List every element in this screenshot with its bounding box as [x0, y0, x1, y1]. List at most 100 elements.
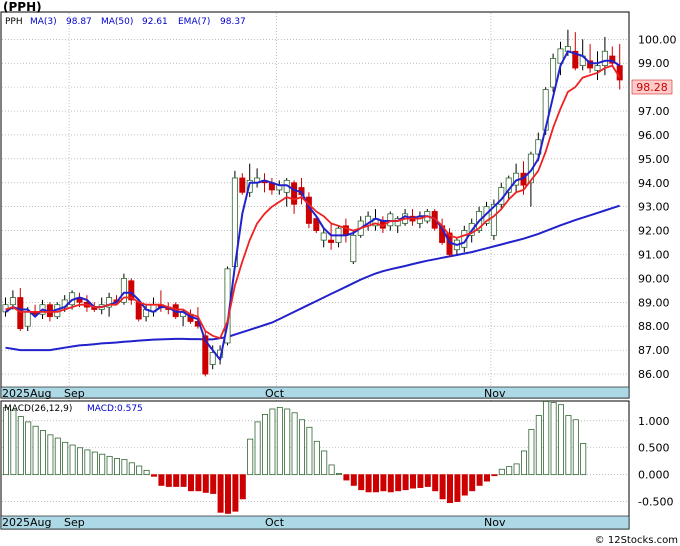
macd-bar — [54, 437, 61, 476]
macd-bar — [461, 474, 468, 496]
macd-bar — [572, 419, 579, 476]
candle-body — [350, 234, 357, 263]
macd-bar — [25, 421, 32, 476]
price-tick-label: 92.00 — [638, 225, 670, 238]
macd-bar — [491, 474, 498, 477]
price-panel — [0, 11, 630, 399]
stock-chart: 100.0099.0098.0097.0096.0095.0094.0093.0… — [0, 0, 678, 546]
date-label: Nov — [484, 387, 506, 400]
macd-bar — [343, 474, 350, 481]
price-tick-label: 99.00 — [638, 57, 670, 70]
macd-bar — [350, 474, 357, 486]
macd-bar — [91, 451, 98, 476]
macd-bar — [306, 426, 313, 476]
candle-body — [9, 297, 16, 306]
macd-bar — [10, 409, 17, 476]
candle-body — [24, 311, 31, 327]
macd-bar — [513, 463, 520, 476]
price-tick-label: 100.00 — [638, 33, 677, 46]
macd-bar — [469, 474, 476, 492]
candle-body — [387, 213, 394, 227]
macd-bar — [365, 474, 372, 493]
candle-body — [550, 58, 557, 88]
legend-item: MA(50) — [101, 17, 133, 27]
macd-bar — [395, 474, 402, 492]
macd-bar — [143, 469, 150, 476]
price-tick-label: 93.00 — [638, 201, 670, 214]
macd-bar — [232, 474, 239, 512]
macd-bar — [335, 473, 342, 476]
macd-bar — [99, 453, 106, 476]
price-tick-label: 95.00 — [638, 153, 670, 166]
price-tick-label: 96.00 — [638, 129, 670, 142]
macd-bar — [313, 440, 320, 476]
macd-bar — [454, 474, 461, 502]
date-label: Oct — [265, 516, 285, 529]
legend-item: PPH — [5, 17, 23, 27]
macd-bar — [269, 408, 276, 476]
candle-body — [239, 177, 246, 193]
macd-bar — [483, 474, 490, 482]
legend-item: 98.87 — [66, 17, 92, 27]
macd-bar — [173, 474, 180, 487]
price-tick-label: 90.00 — [638, 272, 670, 285]
legend-item: 98.37 — [220, 17, 246, 27]
macd-bar — [543, 401, 550, 476]
macd-bar — [84, 449, 91, 476]
macd-tick-label: -0.500 — [638, 496, 673, 509]
macd-bar — [114, 458, 121, 476]
macd-bar — [239, 474, 246, 500]
macd-bar — [47, 434, 54, 476]
price-tick-label: 87.00 — [638, 344, 670, 357]
macd-bar — [417, 474, 424, 488]
date-label: Oct — [265, 387, 285, 400]
legend-item: MA(3) — [30, 17, 57, 27]
macd-tick-label: 0.000 — [638, 469, 670, 482]
macd-bar — [121, 459, 128, 476]
legend-item: EMA(7) — [178, 17, 210, 27]
chart-title: (PPH) — [3, 0, 42, 14]
macd-bar — [409, 474, 416, 489]
macd-bar — [476, 474, 483, 486]
macd-bar — [224, 474, 231, 514]
macd-bar — [432, 474, 439, 492]
macd-bar — [247, 438, 254, 476]
macd-bar — [328, 464, 335, 476]
date-bar-top — [0, 386, 630, 399]
macd-bar — [62, 441, 69, 476]
price-tick-label: 94.00 — [638, 177, 670, 190]
date-bar-bottom — [0, 515, 630, 530]
candle-body — [209, 352, 216, 365]
macd-bar — [372, 474, 379, 493]
date-label: 2025Aug — [2, 387, 51, 400]
macd-bar — [77, 447, 84, 476]
macd-bar — [106, 455, 113, 476]
watermark: © 12Stocks.com — [595, 535, 678, 546]
macd-bar — [3, 406, 9, 476]
macd-bar — [550, 402, 557, 476]
macd-bar — [521, 450, 528, 476]
candle-body — [320, 232, 327, 241]
macd-bar — [387, 474, 394, 493]
macd-bar — [202, 474, 209, 493]
macd-bar — [69, 444, 76, 476]
macd-legend-item: MACD(26,12,9) — [4, 404, 72, 414]
macd-bar — [187, 474, 194, 492]
macd-tick-label: 1.000 — [638, 415, 670, 428]
macd-bar — [128, 462, 135, 476]
macd-bar — [498, 468, 505, 476]
macd-bar — [210, 474, 217, 494]
indicator-legend: PPH MA(3) 98.87 MA(50) 92.61 EMA(7) 98.37 — [5, 17, 246, 27]
candle-body — [601, 50, 608, 67]
price-tick-label: 97.00 — [638, 105, 670, 118]
macd-bar — [446, 474, 453, 504]
macd-bar — [528, 429, 535, 476]
macd-bar — [180, 474, 187, 487]
date-label: 2025Aug — [2, 516, 51, 529]
macd-y-axis: 1.000 0.500 0.000 -0.500 — [638, 415, 673, 509]
date-label: Sep — [64, 516, 85, 529]
macd-bar — [535, 415, 542, 476]
macd-bar — [150, 474, 157, 477]
macd-bar — [358, 474, 365, 491]
macd-bar — [580, 443, 587, 476]
